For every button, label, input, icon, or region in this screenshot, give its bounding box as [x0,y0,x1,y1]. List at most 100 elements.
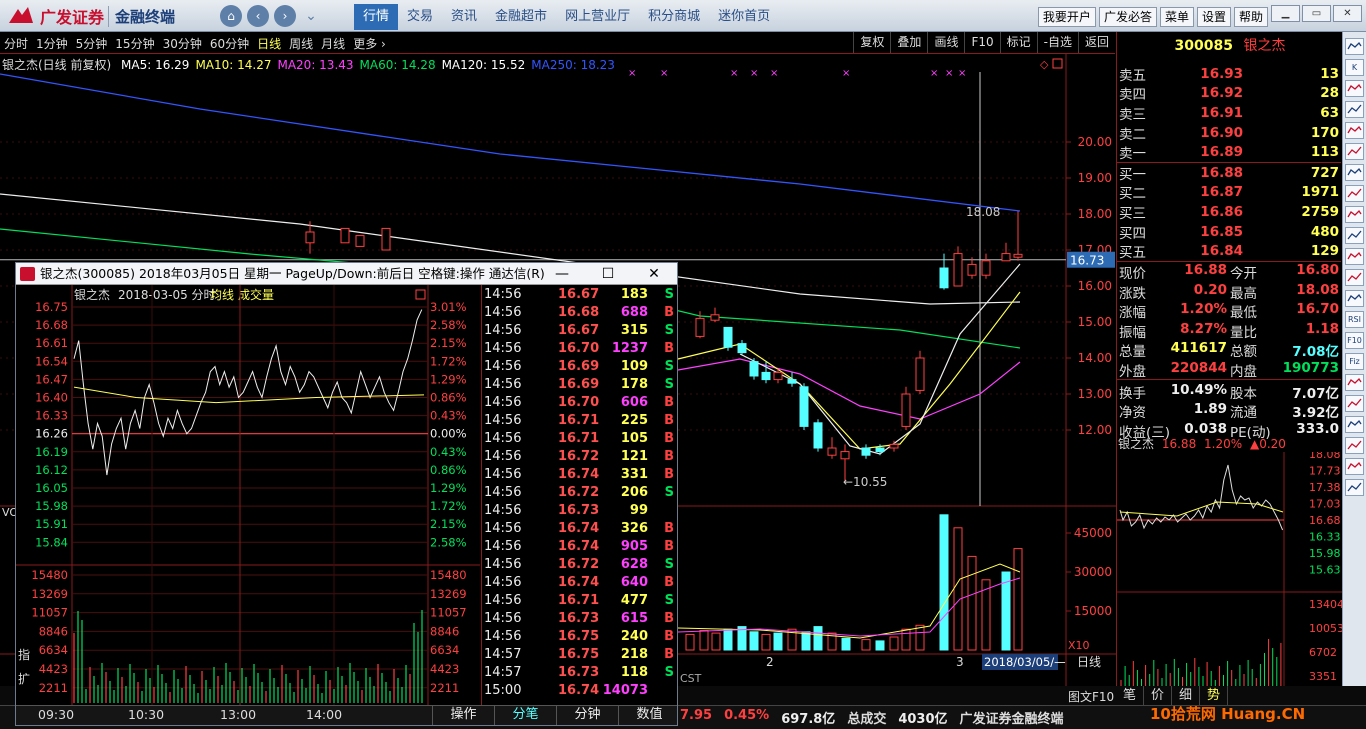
tool-button-6[interactable]: 返回 [1077,32,1115,53]
forward-icon[interactable]: › [274,5,296,27]
chart15-icon[interactable] [1345,458,1364,475]
trade-price: 16.69 [558,359,600,374]
trade-side: S [664,359,674,374]
chart14-icon[interactable] [1345,437,1364,454]
top-button-1[interactable]: 广发必答 [1098,7,1157,27]
order-volume: 170 [1310,124,1339,141]
chart2-icon[interactable] [1345,122,1364,139]
ma-legend: 银之杰(日线 前复权) MA5: 16.29 MA10: 14.27 MA20: 1… [2,56,615,73]
mini-intraday-chart[interactable]: 18.08 17.73 17.38 17.03 16.68 16.33 15.98 15.63… [1117,452,1343,686]
chart16-icon[interactable] [1345,479,1364,496]
chart7-icon[interactable] [1345,227,1364,244]
period-tab-7[interactable]: 周线 [289,35,313,52]
trade-row: 14:56 16.72 206 S [482,485,678,503]
quote-tab-0[interactable]: 笔 [1116,686,1144,706]
RSI-icon[interactable]: RSI [1345,311,1364,328]
menu-3[interactable]: 金融超市 [486,4,556,30]
tool-button-2[interactable]: 画线 [927,32,964,53]
popup-tab-3[interactable]: 数值 [618,705,680,725]
chart3-icon[interactable] [1345,143,1364,160]
stat-label: 外盘 [1119,364,1146,380]
chart1-icon[interactable] [1345,101,1364,118]
tool-button-0[interactable]: 复权 [853,32,890,53]
period-tab-6[interactable]: 日线 [257,35,281,52]
popup-close-icon[interactable]: ✕ [631,263,677,285]
top-button-0[interactable]: 我要开户 [1037,7,1096,27]
period-tab-9[interactable]: 更多 › [353,35,386,52]
K-icon[interactable]: K [1345,59,1364,76]
tool-button-5[interactable]: -自选 [1036,32,1078,53]
Fiz-icon[interactable]: Fiz [1345,353,1364,370]
chart6-glyph [1347,209,1362,218]
trade-time: 14:56 [484,521,522,536]
chart-title: 银之杰(日线 前复权) [2,58,112,72]
menu-2[interactable]: 资讯 [442,4,486,30]
quote-panel: 300085 银之杰 银之杰 16.88 1.20% ▲0.20 18.08 17… [1116,32,1343,686]
period-tab-8[interactable]: 月线 [321,35,345,52]
trade-price: 16.71 [558,431,600,446]
tool-button-1[interactable]: 叠加 [890,32,927,53]
popup-tab-1[interactable]: 分笔 [494,705,556,725]
menu-0[interactable]: 行情 [354,4,399,30]
chart13-icon[interactable] [1345,416,1364,433]
top-button-2[interactable]: 菜单 [1159,7,1194,27]
trade-price: 16.74 [558,575,600,590]
minimize-icon[interactable]: ▁ [1271,5,1300,22]
popup-chart-title: 银之杰 [74,288,110,302]
chart-f10-button[interactable]: 图文F10 [1068,688,1114,705]
intraday-chart[interactable]: 银之杰 2018-03-05 分时均线 成交量 16.75 3.01% 16.68 2.58… [16,285,480,705]
period-tab-5[interactable]: 60分钟 [210,35,249,52]
chart9-icon[interactable] [1345,269,1364,286]
chart1-glyph [1347,104,1362,114]
top-button-3[interactable]: 设置 [1196,7,1231,27]
home-icon[interactable]: ⌂ [220,5,242,27]
period-tab-0[interactable]: 分时 [4,35,28,52]
popup-vol-tick: 2211 [39,681,68,695]
scroll-up-icon[interactable] [1345,38,1364,55]
menu-1[interactable]: 交易 [398,4,442,30]
popup-minimize-icon[interactable]: — [539,263,585,285]
mini-price-tick: 17.73 [1309,465,1341,478]
expand-down-icon[interactable]: ⌄ [300,5,322,27]
menu-4[interactable]: 网上营业厅 [556,4,639,30]
trade-price: 16.69 [558,377,600,392]
tool-button-4[interactable]: 标记 [999,32,1037,53]
F10-icon[interactable]: F10 [1345,332,1364,349]
popup-tab-0[interactable]: 操作 [432,705,494,725]
popup-vol-tick-right: 11057 [430,606,467,620]
period-tab-3[interactable]: 15分钟 [115,35,154,52]
order-volume: 28 [1320,85,1339,102]
chart4-icon[interactable] [1345,164,1364,181]
stat-value: 16.88 [1184,262,1227,278]
volume-bar [841,637,851,651]
close-icon[interactable]: ✕ [1333,5,1362,22]
high-label: 18.08 [966,205,1000,219]
popup-maximize-icon[interactable]: ☐ [585,263,631,285]
trade-price: 16.72 [558,449,600,464]
top-button-4[interactable]: 帮助 [1233,7,1268,27]
back-icon[interactable]: ‹ [247,5,269,27]
stat-value: 8.27% [1180,320,1227,337]
popup-tab-2[interactable]: 分钟 [556,705,618,725]
chart6-icon[interactable] [1345,206,1364,223]
chart8-icon[interactable] [1345,248,1364,265]
maximize-icon[interactable]: ▭ [1302,5,1331,22]
menu-5[interactable]: 积分商城 [639,4,709,30]
chart12-icon[interactable] [1345,395,1364,412]
period-tab-2[interactable]: 5分钟 [76,35,108,52]
sheet-icon[interactable] [1345,80,1364,97]
glyph-line [1347,293,1362,302]
chart10-icon[interactable] [1345,290,1364,307]
mini-price-tick: 17.38 [1309,481,1341,494]
order-price: 16.91 [1200,104,1243,121]
tick-trade-list[interactable]: 14:56 16.67 183 S 14:56 16.68 688 B 14:56 16.67 31… [481,285,677,705]
menu-6[interactable]: 迷你首页 [709,4,779,30]
order-book-row: 卖二 16.90 170 [1117,123,1341,143]
tool-button-3[interactable]: F10 [964,32,999,53]
order-price: 16.87 [1200,184,1243,201]
chart5-icon[interactable] [1345,185,1364,202]
chart11-icon[interactable] [1345,374,1364,391]
candle-body [1001,253,1011,262]
period-tab-4[interactable]: 30分钟 [163,35,202,52]
period-tab-1[interactable]: 1分钟 [36,35,68,52]
